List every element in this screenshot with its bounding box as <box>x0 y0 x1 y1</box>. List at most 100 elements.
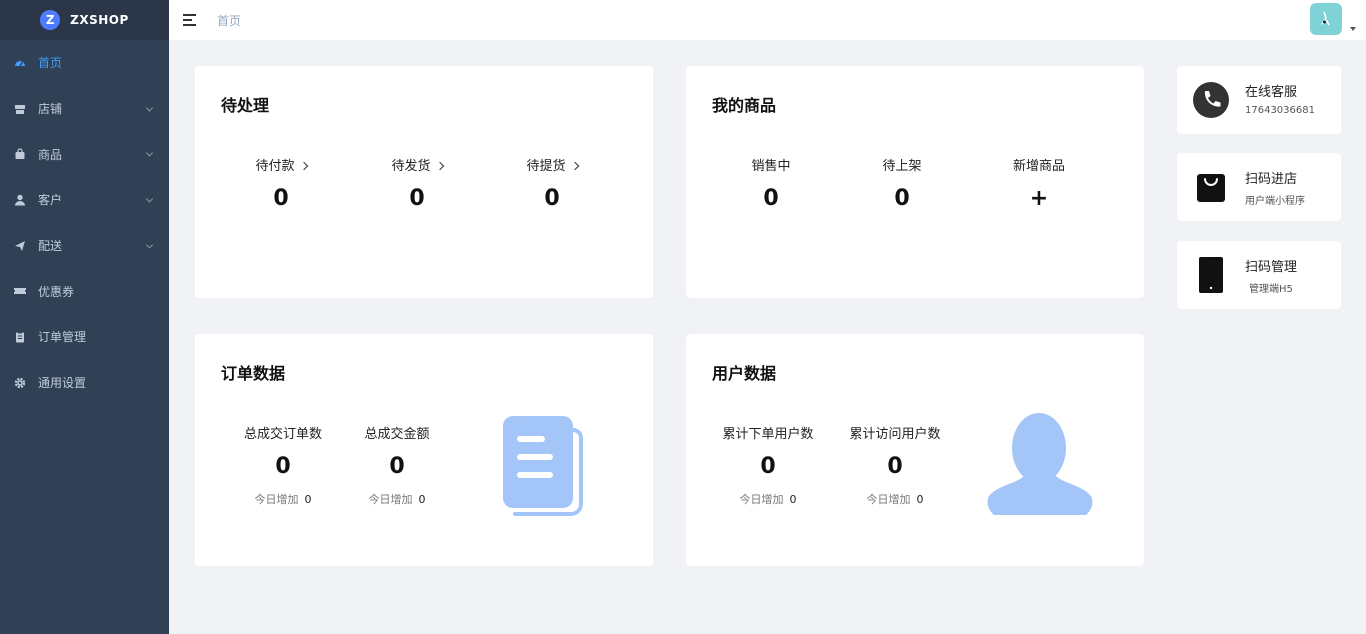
shortcut-scan-manage[interactable]: 扫码管理 管理端H5 <box>1177 241 1341 309</box>
stat-label: 新增商品 <box>1012 159 1065 174</box>
stat-label: 累计下单用户数 <box>722 427 814 442</box>
sidebar-item-label: 订单管理 <box>38 330 87 345</box>
shortcut-subtitle: 17643036681 <box>1245 105 1315 116</box>
plus-icon: + <box>1029 186 1049 211</box>
stat-label: 总成交金额 <box>364 427 430 442</box>
shortcut-subtitle: 用户端小程序 <box>1245 196 1305 207</box>
clipboard-icon <box>14 331 26 343</box>
caret-down-icon[interactable] <box>1350 27 1356 31</box>
shortcut-subtitle: 管理端H5 <box>1249 284 1293 295</box>
sidebar-item-label: 配送 <box>38 239 63 254</box>
sidebar: Z ZXSHOP 首页 店铺 商品 客户 配送 优惠券 订单管理 通用设置 <box>0 0 169 634</box>
store-icon <box>14 103 26 115</box>
sidebar-item-label: 优惠券 <box>38 284 75 299</box>
app-name: ZXSHOP <box>70 13 129 27</box>
stat-sub-value: 0 <box>304 493 312 506</box>
sidebar-item-products[interactable]: 商品 <box>0 131 169 177</box>
breadcrumb[interactable]: 首页 <box>217 12 241 29</box>
stat-sub-value: 0 <box>789 493 797 506</box>
stat-label: 待上架 <box>882 159 922 174</box>
stat-sub-label: 今日增加 <box>368 493 413 506</box>
sidebar-menu: 首页 店铺 商品 客户 配送 优惠券 订单管理 通用设置 <box>0 40 169 406</box>
ticket-icon <box>14 285 26 297</box>
gear-icon <box>14 377 26 389</box>
phone-icon <box>1193 82 1229 118</box>
sidebar-item-coupons[interactable]: 优惠券 <box>0 268 169 314</box>
card-title: 我的商品 <box>712 96 777 115</box>
sidebar-item-label: 商品 <box>38 147 63 162</box>
sidebar-item-customers[interactable]: 客户 <box>0 177 169 223</box>
stat-value: 0 <box>763 186 779 211</box>
avatar[interactable] <box>1310 3 1342 35</box>
stat-label: 待提货 <box>526 159 566 174</box>
user-icon <box>14 194 26 206</box>
stat-value: 0 <box>887 454 903 479</box>
orders-data-card: 订单数据 总成交订单数 0 今日增加 0 总成交金额 0 今日增加 0 <box>195 334 653 566</box>
stat-sub-value: 0 <box>418 493 426 506</box>
send-icon <box>14 240 26 252</box>
stat-value: 0 <box>275 454 291 479</box>
stat-sub-label: 今日增加 <box>254 493 299 506</box>
shortcut-title: 扫码管理 <box>1245 260 1298 275</box>
chevron-down-icon <box>145 241 154 249</box>
document-icon <box>503 416 583 516</box>
sidebar-item-orders[interactable]: 订单管理 <box>0 314 169 360</box>
card-title: 订单数据 <box>221 364 286 383</box>
dashboard-icon <box>14 57 26 69</box>
shortcut-title: 在线客服 <box>1245 85 1298 100</box>
user-avatar-icon <box>987 413 1093 515</box>
stat-pending-pickup[interactable]: 待提货 0 <box>511 155 593 211</box>
sidebar-item-delivery[interactable]: 配送 <box>0 223 169 269</box>
stat-value: 0 <box>544 186 560 211</box>
shortcut-customer-service[interactable]: 在线客服 17643036681 <box>1177 66 1341 134</box>
stat-total-orders: 总成交订单数 0 今日增加 0 <box>233 423 333 507</box>
sidebar-item-label: 通用设置 <box>38 376 87 391</box>
shopping-bag-icon <box>1193 169 1229 205</box>
stat-label: 销售中 <box>751 159 791 174</box>
sidebar-item-home[interactable]: 首页 <box>0 40 169 86</box>
stat-pending-payment[interactable]: 待付款 0 <box>240 155 322 211</box>
stat-pending-listing[interactable]: 待上架 0 <box>867 155 937 211</box>
chevron-right-icon <box>299 161 308 171</box>
stat-value: 0 <box>894 186 910 211</box>
chevron-right-icon <box>435 161 444 171</box>
stat-pending-shipment[interactable]: 待发货 0 <box>376 155 458 211</box>
card-title: 用户数据 <box>712 364 777 383</box>
stat-label: 总成交订单数 <box>243 427 322 442</box>
sidebar-item-label: 店铺 <box>38 102 63 117</box>
shopping-bag-icon <box>14 148 26 160</box>
top-navbar: 首页 <box>169 0 1366 40</box>
stat-label: 累计访问用户数 <box>849 427 941 442</box>
card-title: 待处理 <box>221 96 270 115</box>
stat-visiting-users: 累计访问用户数 0 今日增加 0 <box>843 423 947 507</box>
stat-ordering-users: 累计下单用户数 0 今日增加 0 <box>716 423 820 507</box>
users-data-card: 用户数据 累计下单用户数 0 今日增加 0 累计访问用户数 0 今日增加 0 <box>686 334 1144 566</box>
stat-value: 0 <box>760 454 776 479</box>
stat-total-amount: 总成交金额 0 今日增加 0 <box>357 423 437 507</box>
stat-sub-label: 今日增加 <box>866 493 911 506</box>
stat-value: 0 <box>409 186 425 211</box>
stat-label: 待付款 <box>255 159 295 174</box>
stat-sub-value: 0 <box>916 493 924 506</box>
sidebar-item-settings[interactable]: 通用设置 <box>0 360 169 406</box>
stat-value: 0 <box>389 454 405 479</box>
app-logo[interactable]: Z ZXSHOP <box>0 0 169 40</box>
mobile-icon <box>1193 257 1229 293</box>
chevron-down-icon <box>145 103 154 112</box>
products-card: 我的商品 销售中 0 待上架 0 新增商品 + <box>686 66 1144 298</box>
logo-icon: Z <box>40 10 61 30</box>
add-product-button[interactable]: 新增商品 + <box>999 155 1079 211</box>
sidebar-item-store[interactable]: 店铺 <box>0 86 169 132</box>
sidebar-item-label: 首页 <box>38 56 63 71</box>
shortcut-scan-store[interactable]: 扫码进店 用户端小程序 <box>1177 153 1341 221</box>
shortcut-title: 扫码进店 <box>1245 172 1298 187</box>
stat-sub-label: 今日增加 <box>739 493 784 506</box>
stat-on-sale[interactable]: 销售中 0 <box>736 155 806 211</box>
chevron-down-icon <box>145 195 154 203</box>
stat-value: 0 <box>273 186 289 211</box>
menu-toggle-icon[interactable] <box>183 14 196 26</box>
pending-card: 待处理 待付款 0 待发货 0 待提货 0 <box>195 66 653 298</box>
stat-label: 待发货 <box>391 159 431 174</box>
chevron-right-icon <box>570 161 579 171</box>
avatar-icon <box>1320 11 1330 26</box>
